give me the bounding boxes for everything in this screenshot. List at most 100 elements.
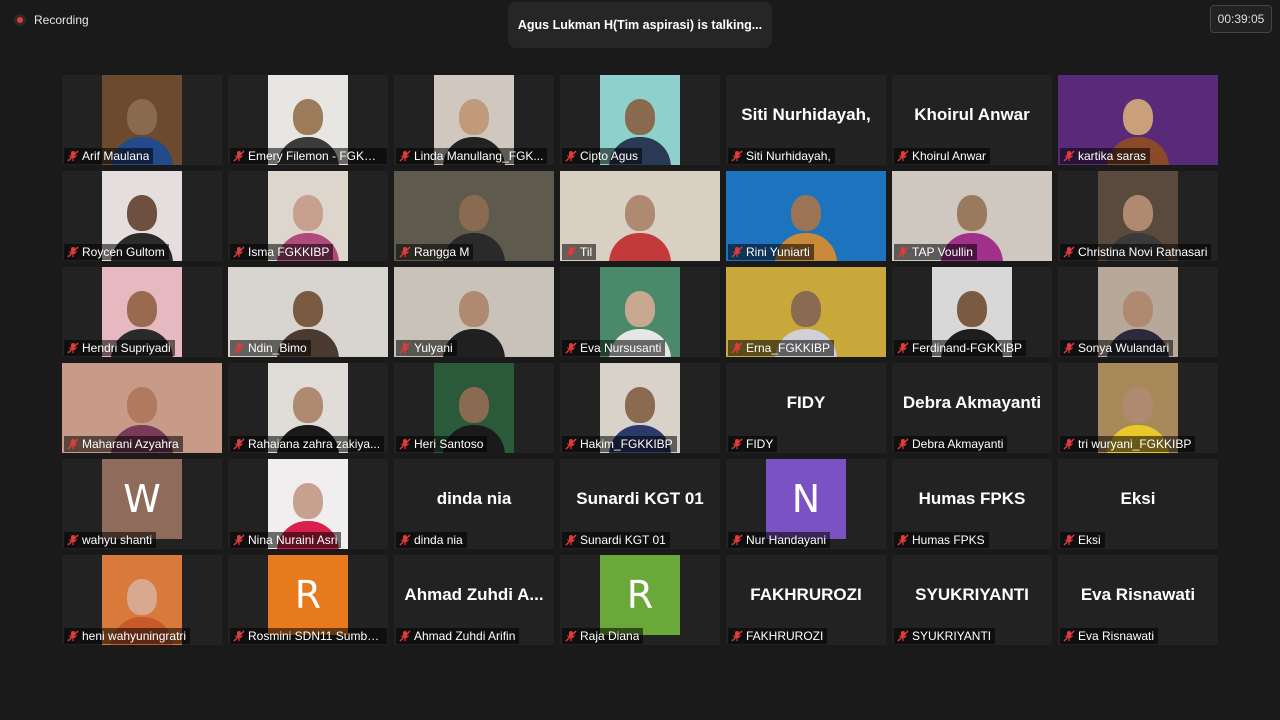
participant-name: Hakim_FGKKIBP	[580, 437, 673, 451]
participant-tile[interactable]: Sonya Wulandari	[1058, 267, 1218, 357]
participant-name: Ahmad Zuhdi Arifin	[414, 629, 516, 643]
participant-tile[interactable]: Emery Filemon - FGKKI...	[228, 75, 388, 165]
participant-name-label: Ahmad Zuhdi Arifin	[396, 628, 520, 644]
participant-name-label: Ferdinand-FGKKIBP	[894, 340, 1027, 356]
participant-tile[interactable]: Erna_FGKKIBP	[726, 267, 886, 357]
participant-tile[interactable]: heni wahyuningratri	[62, 555, 222, 645]
mic-muted-icon	[565, 150, 577, 162]
participant-name: Debra Akmayanti	[912, 437, 1004, 451]
participant-avatar: W	[102, 459, 182, 539]
person-silhouette-head	[1123, 99, 1153, 135]
participant-name: Arif Maulana	[82, 149, 150, 163]
person-silhouette-head	[293, 387, 323, 423]
participant-tile[interactable]: Isma FGKKIBP	[228, 171, 388, 261]
participant-name-label: Nur Handayani	[728, 532, 831, 548]
participant-tile[interactable]: Eva Risnawati Eva Risnawati	[1058, 555, 1218, 645]
mic-muted-icon	[233, 534, 245, 546]
recording-indicator[interactable]: Recording	[14, 12, 89, 28]
participant-avatar: R	[268, 555, 348, 635]
participant-name-label: Humas FPKS	[894, 532, 989, 548]
participant-name-label: Hendri Supriyadi	[64, 340, 175, 356]
participant-name: TAP Voullin	[912, 245, 973, 259]
participant-name-label: Eva Nursusanti	[562, 340, 666, 356]
participant-tile[interactable]: kartika saras	[1058, 75, 1218, 165]
participant-tile[interactable]: Maharani Azyahra	[62, 363, 222, 453]
mic-muted-icon	[399, 534, 411, 546]
participant-name-label: Sunardi KGT 01	[562, 532, 670, 548]
participant-tile[interactable]: Cipto Agus	[560, 75, 720, 165]
participant-tile[interactable]: Eksi Eksi	[1058, 459, 1218, 549]
participant-name: Eva Risnawati	[1078, 629, 1155, 643]
participant-tile[interactable]: Rini Yuniarti	[726, 171, 886, 261]
participant-name-label: heni wahyuningratri	[64, 628, 191, 644]
participant-tile[interactable]: FAKHRUROZI FAKHRUROZI	[726, 555, 886, 645]
participant-tile[interactable]: Rahaiana zahra zakiya...	[228, 363, 388, 453]
participant-tile[interactable]: R Rosmini SDN11 Sumba...	[228, 555, 388, 645]
participant-tile[interactable]: N Nur Handayani	[726, 459, 886, 549]
mic-muted-icon	[67, 246, 79, 258]
person-silhouette-head	[1123, 195, 1153, 231]
mic-muted-icon	[67, 534, 79, 546]
mic-muted-icon	[565, 534, 577, 546]
mic-muted-icon	[233, 630, 245, 642]
participant-name-label: Isma FGKKIBP	[230, 244, 334, 260]
mic-muted-icon	[565, 246, 577, 258]
participant-tile[interactable]: Debra Akmayanti Debra Akmayanti	[892, 363, 1052, 453]
participant-tile[interactable]: TAP Voullin	[892, 171, 1052, 261]
mic-muted-icon	[731, 630, 743, 642]
participant-name-label: Linda Manullang_FGK...	[396, 148, 548, 164]
participant-name-label: Sonya Wulandari	[1060, 340, 1174, 356]
participant-name: Sunardi KGT 01	[580, 533, 666, 547]
participant-tile[interactable]: Linda Manullang_FGK...	[394, 75, 554, 165]
participant-tile[interactable]: Christina Novi Ratnasari	[1058, 171, 1218, 261]
person-silhouette-head	[127, 291, 157, 327]
participant-display-name: Humas FPKS	[918, 489, 1026, 508]
participant-name-label: FIDY	[728, 436, 778, 452]
participant-tile[interactable]: Roycen Gultom	[62, 171, 222, 261]
participant-tile[interactable]: Eva Nursusanti	[560, 267, 720, 357]
participant-name-label: Maharani Azyahra	[64, 436, 183, 452]
participant-tile[interactable]: Khoirul Anwar Khoirul Anwar	[892, 75, 1052, 165]
participant-tile[interactable]: Yulyani	[394, 267, 554, 357]
person-silhouette-head	[293, 483, 323, 519]
participant-tile[interactable]: Siti Nurhidayah, Siti Nurhidayah,	[726, 75, 886, 165]
participant-tile[interactable]: R Raja Diana	[560, 555, 720, 645]
participant-tile[interactable]: Humas FPKS Humas FPKS	[892, 459, 1052, 549]
person-silhouette-head	[127, 387, 157, 423]
participant-name-label: kartika saras	[1060, 148, 1151, 164]
participant-tile[interactable]: Wwahyu shanti	[62, 459, 222, 549]
person-silhouette-head	[1123, 387, 1153, 423]
participant-tile[interactable]: Til	[560, 171, 720, 261]
participant-tile[interactable]: Ndin_Bimo	[228, 267, 388, 357]
mic-muted-icon	[897, 630, 909, 642]
mic-muted-icon	[233, 150, 245, 162]
participant-tile[interactable]: Ahmad Zuhdi A... Ahmad Zuhdi Arifin	[394, 555, 554, 645]
participant-name-label: Khoirul Anwar	[894, 148, 991, 164]
participant-tile[interactable]: dinda nia dinda nia	[394, 459, 554, 549]
participant-name-label: Christina Novi Ratnasari	[1060, 244, 1212, 260]
participant-name: Sonya Wulandari	[1078, 341, 1170, 355]
participant-tile[interactable]: Ferdinand-FGKKIBP	[892, 267, 1052, 357]
participant-tile[interactable]: Sunardi KGT 01 Sunardi KGT 01	[560, 459, 720, 549]
mic-muted-icon	[731, 150, 743, 162]
participant-tile[interactable]: Hakim_FGKKIBP	[560, 363, 720, 453]
mic-muted-icon	[731, 534, 743, 546]
mic-muted-icon	[1063, 342, 1075, 354]
meeting-timer: 00:39:05	[1210, 5, 1272, 33]
participant-name: Emery Filemon - FGKKI...	[248, 149, 383, 163]
participant-name-label: Siti Nurhidayah,	[728, 148, 835, 164]
mic-muted-icon	[897, 150, 909, 162]
participant-tile[interactable]: Heri Santoso	[394, 363, 554, 453]
mic-muted-icon	[897, 342, 909, 354]
active-speaker-text: Agus Lukman H(Tim aspirasi) is talking..…	[517, 18, 763, 32]
participant-tile[interactable]: Arif Maulana	[62, 75, 222, 165]
participant-name-label: Til	[562, 244, 597, 260]
mic-muted-icon	[565, 342, 577, 354]
participant-tile[interactable]: Nina Nuraini Asri	[228, 459, 388, 549]
participant-tile[interactable]: Rangga M	[394, 171, 554, 261]
participant-tile[interactable]: SYUKRIYANTI SYUKRIYANTI	[892, 555, 1052, 645]
participant-display-name: FIDY	[786, 393, 826, 412]
participant-tile[interactable]: tri wuryani_FGKKIBP	[1058, 363, 1218, 453]
participant-tile[interactable]: FIDY FIDY	[726, 363, 886, 453]
participant-tile[interactable]: Hendri Supriyadi	[62, 267, 222, 357]
